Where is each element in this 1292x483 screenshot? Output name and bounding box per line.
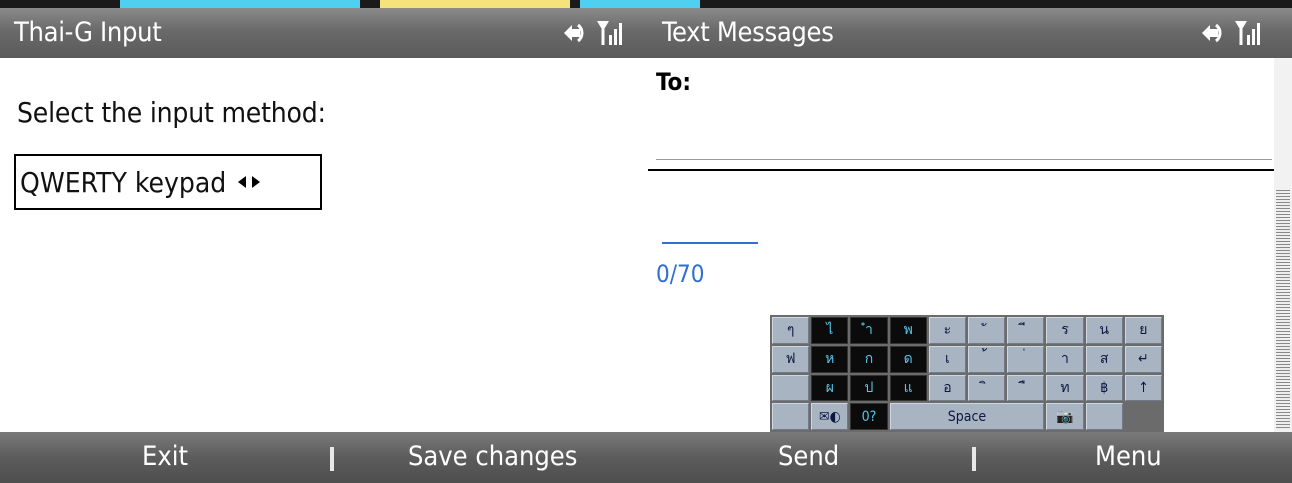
picker-arrows (238, 176, 261, 188)
save-changes-softkey[interactable]: Save changes (408, 441, 577, 472)
keyboard-key[interactable]: น (1085, 317, 1123, 344)
keyboard-key[interactable]: ๆ (772, 317, 810, 344)
keyboard-key[interactable]: ะ (928, 317, 966, 344)
left-title-bar: Thai-G Input (0, 8, 648, 58)
symbols-key[interactable]: 0? (850, 403, 888, 430)
keyboard-key[interactable]: า (1046, 345, 1084, 373)
left-status-icons (560, 18, 622, 48)
keyboard-key[interactable]: ผ (811, 374, 849, 402)
keyboard-key[interactable]: ่ (1007, 345, 1045, 373)
to-field[interactable] (656, 159, 1272, 160)
keyboard-key[interactable]: เ (928, 345, 966, 373)
keyboard-key[interactable]: ี (1007, 317, 1045, 344)
right-title-bar: Text Messages (648, 8, 1292, 58)
keyboard-key[interactable]: พ (889, 317, 927, 344)
blank-key[interactable] (1085, 403, 1123, 430)
header-divider (648, 169, 1274, 171)
thai-virtual-keyboard: ๆไำพะัีรนยฟหกดเ้่าส↵ ผปแอิืท฿↑ ✉◐0?Space📷 (770, 315, 1164, 432)
keyboard-key[interactable]: ป (850, 374, 888, 402)
top-edge-strip (0, 0, 1292, 8)
shift-key[interactable]: ↑ (1124, 374, 1162, 402)
sync-icon (1202, 23, 1222, 43)
signal-icon (597, 21, 622, 45)
keyboard-key[interactable]: ย (1124, 317, 1162, 344)
signal-icon (1235, 21, 1260, 45)
top-edge-highlight (380, 0, 570, 8)
input-method-prompt: Select the input method: (17, 96, 326, 129)
keyboard-key[interactable]: ำ (850, 317, 888, 344)
send-softkey[interactable]: Send (778, 441, 839, 472)
left-title: Thai-G Input (14, 17, 162, 48)
input-method-value: QWERTY keypad (20, 165, 227, 199)
softkey-separator (330, 447, 334, 471)
keyboard-key[interactable]: ส (1085, 345, 1123, 373)
keyboard-key[interactable]: ท (1046, 374, 1084, 402)
mode-key[interactable]: ✉◐ (811, 403, 849, 430)
keyboard-key[interactable]: อ (928, 374, 966, 402)
keyboard-key[interactable]: ด (889, 345, 927, 373)
scrollbar[interactable] (1274, 58, 1292, 432)
exit-softkey[interactable]: Exit (142, 441, 188, 472)
top-edge-highlight (120, 0, 360, 8)
to-label: To: (656, 68, 692, 96)
character-counter: 0/70 (656, 260, 705, 288)
keyboard-key[interactable]: ฿ (1085, 374, 1123, 402)
scrollbar-thumb[interactable] (1276, 190, 1290, 430)
keyboard-key[interactable]: ิ (968, 374, 1006, 402)
arrow-right-icon[interactable] (252, 176, 261, 188)
input-method-screen: Select the input method: QWERTY keypad (0, 58, 648, 432)
sync-icon (564, 23, 584, 43)
right-title: Text Messages (662, 17, 834, 48)
keyboard-key[interactable]: ร (1046, 317, 1084, 344)
message-body-cursor[interactable] (662, 242, 758, 244)
arrow-left-icon[interactable] (238, 176, 247, 188)
top-edge-highlight (580, 0, 700, 8)
softkey-bar: Exit Save changes Send Menu (0, 432, 1292, 483)
keyboard-key[interactable]: ื (1007, 374, 1045, 402)
enter-key[interactable]: ↵ (1124, 345, 1162, 373)
blank-key[interactable] (772, 374, 810, 402)
camera-key[interactable]: 📷 (1046, 403, 1084, 430)
keyboard-key[interactable]: แ (889, 374, 927, 402)
keyboard-key[interactable]: ฟ (772, 345, 810, 373)
keyboard-key[interactable]: ไ (811, 317, 849, 344)
menu-softkey[interactable]: Menu (1095, 441, 1162, 472)
right-status-icons (1198, 18, 1260, 48)
space-key[interactable]: Space (889, 403, 1045, 430)
text-message-screen: To: 0/70 ๆไำพะัีรนยฟหกดเ้่าส↵ ผปแอิืท฿↑ ✉◐… (648, 58, 1292, 432)
keyboard-key[interactable]: ั (968, 317, 1006, 344)
keyboard-key[interactable]: ้ (968, 345, 1006, 373)
input-method-picker[interactable]: QWERTY keypad (14, 154, 322, 210)
softkey-separator (972, 447, 976, 471)
keyboard-key[interactable]: ก (850, 345, 888, 373)
keyboard-key[interactable]: ห (811, 345, 849, 373)
blank-key[interactable] (772, 403, 810, 430)
